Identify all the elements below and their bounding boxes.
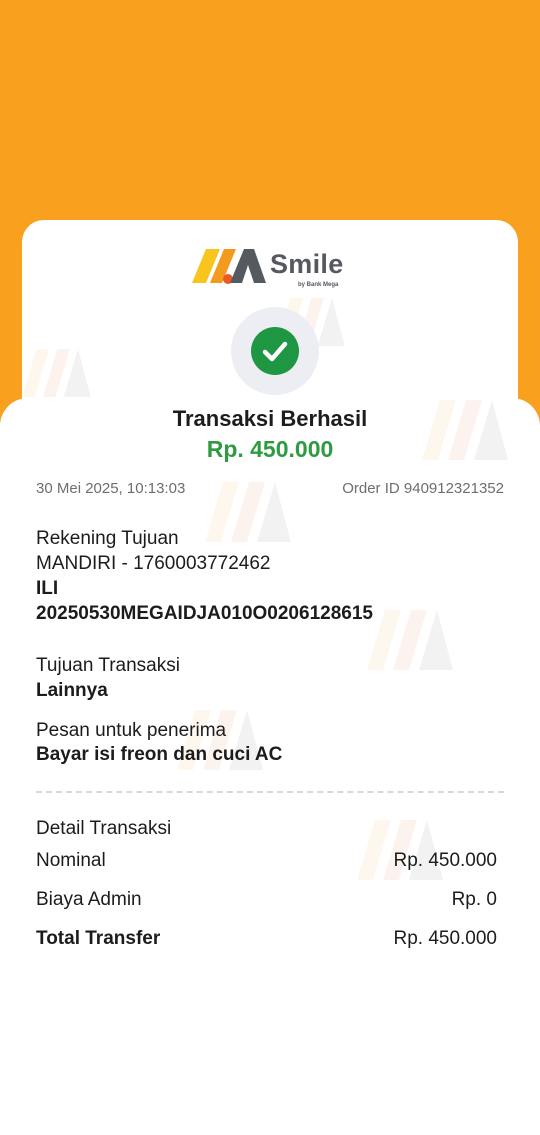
- smile-logo-icon: [192, 249, 266, 284]
- brand-name: Smile: [270, 249, 344, 279]
- transfer-reference: 20250530MEGAIDJA010O0206128615: [36, 603, 373, 624]
- watermark-logo-icon: [205, 482, 291, 542]
- pesan-value: Bayar isi freon dan cuci AC: [36, 744, 283, 765]
- detail-row-value: Rp. 0: [451, 889, 497, 910]
- detail-heading: Detail Transaksi: [36, 818, 172, 839]
- transaction-datetime: 30 Mei 2025, 10:13:03: [36, 480, 186, 497]
- rekening-label: Rekening Tujuan: [36, 528, 179, 549]
- detail-row-label: Total Transfer: [36, 928, 161, 949]
- divider: [36, 791, 504, 793]
- pesan-label: Pesan untuk penerima: [36, 720, 227, 741]
- transfer-amount: Rp. 450.000: [206, 436, 334, 462]
- watermark-logo-icon: [22, 349, 91, 397]
- recipient-name: ILI: [36, 578, 59, 599]
- status-title: Transaksi Berhasil: [172, 406, 368, 431]
- success-badge: [231, 307, 319, 395]
- brand-logo: Smile by Bank Mega: [192, 247, 352, 288]
- detail-row-value: Rp. 450.000: [393, 928, 497, 949]
- rekening-account: MANDIRI - 1760003772462: [36, 553, 271, 574]
- detail-row-label: Biaya Admin: [36, 889, 142, 910]
- tujuan-value: Lainnya: [36, 680, 108, 701]
- brand-subtitle: by Bank Mega: [298, 282, 339, 288]
- receipt-card: Smile by Bank Mega Transaksi Berhasil Rp…: [22, 220, 518, 972]
- watermark-logo-icon: [367, 610, 453, 670]
- detail-row-label: Nominal: [36, 850, 106, 871]
- check-icon: [251, 327, 299, 375]
- tujuan-label: Tujuan Transaksi: [36, 655, 180, 676]
- detail-row-value: Rp. 450.000: [393, 850, 497, 871]
- order-id: Order ID 940912321352: [342, 480, 504, 497]
